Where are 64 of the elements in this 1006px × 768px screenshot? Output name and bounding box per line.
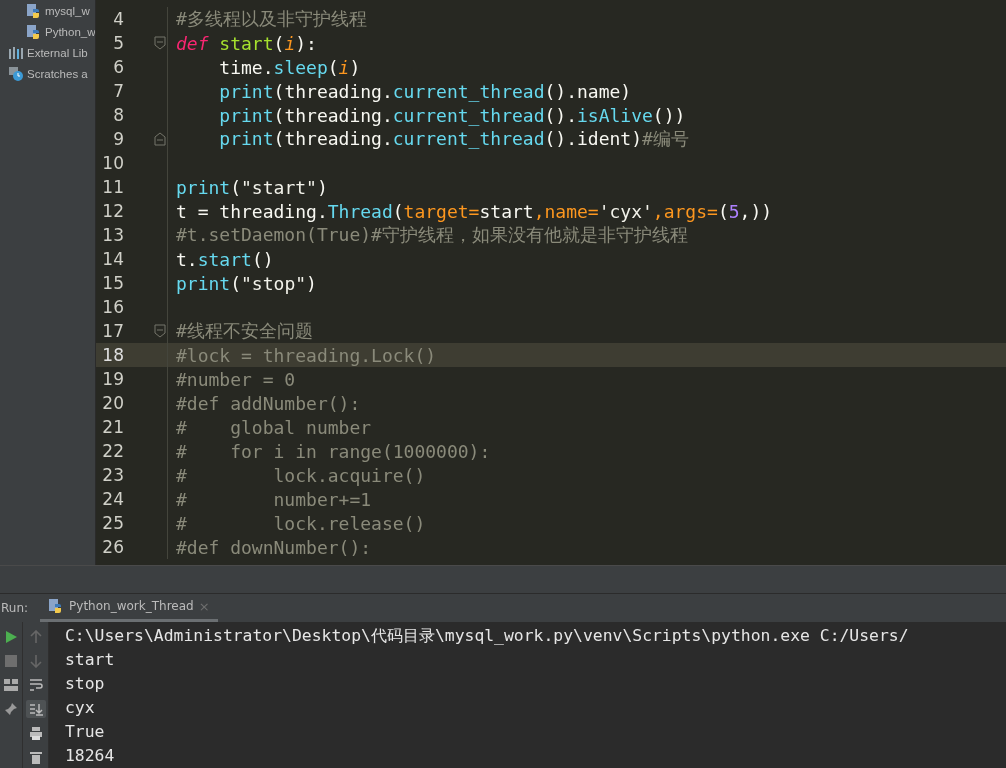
line-number: 6 [112,57,124,77]
line-number: 17 [101,321,124,341]
python-file-icon [26,2,42,19]
code-line: print("start") [175,176,328,198]
console-line: stop [65,673,106,695]
run-label: Run: [0,601,30,615]
line-number: 20 [101,393,124,413]
code-line: print(threading.current_thread().name) [218,80,632,102]
line-number: 10 [101,153,124,173]
project-tree-item[interactable]: Scratches a [0,63,95,84]
line-number: 11 [101,177,124,197]
line-number: 26 [101,537,124,557]
fold-marker-icon[interactable] [154,36,166,50]
code-line: #lock = threading.Lock() [175,344,437,366]
scratch-clock-icon [8,65,24,82]
code-line: # number+=1 [175,488,372,510]
code-line: print(threading.current_thread().isAlive()) [218,104,686,126]
line-number: 7 [112,81,124,101]
code-line: #def addNumber(): [175,392,361,414]
line-number: 4 [112,9,124,29]
line-number: 5 [112,33,124,53]
code-line: t = threading.Thread(target=start,name='cyx',args=(5,)) [175,200,773,222]
project-tree-item[interactable]: Python_w [0,21,95,42]
line-number: 22 [101,441,124,461]
console-line: start [65,649,116,671]
line-number: 24 [101,489,124,509]
line-number: 8 [112,105,124,125]
console-line: cyx [65,697,96,719]
code-line: def start(i): [175,32,317,54]
code-line: #多线程以及非守护线程 [175,7,367,31]
line-number: 18 [101,345,124,365]
code-line: #线程不安全问题 [175,319,313,343]
project-tree-item[interactable]: mysql_w [0,0,95,21]
code-line: #def downNumber(): [175,536,372,558]
code-line: print(threading.current_thread().ident)#编号 [218,127,689,151]
line-number: 15 [101,273,124,293]
line-number: 16 [101,297,124,317]
line-number: 13 [101,225,124,245]
line-number: 25 [101,513,124,533]
line-number: 23 [101,465,124,485]
code-line: #number = 0 [175,368,296,390]
code-line: # lock.release() [175,512,426,534]
console-line: 18264 [65,745,116,767]
console-line: C:\Users\Administrator\Desktop\代码目录\mysql_work.py\venv\Scripts\python.exe C:/Users/ [65,625,910,647]
line-number: 14 [101,249,124,269]
code-line: t.start() [175,248,274,270]
library-bars-icon [8,45,24,60]
project-tree-item[interactable]: External Lib [0,42,95,63]
code-line: #t.setDaemon(True)#守护线程，如果没有他就是非守护线程 [175,223,688,247]
scroll-to-end-icon[interactable] [25,700,46,718]
code-line: # for i in range(1000000): [175,440,491,462]
fold-marker-icon[interactable] [154,324,166,338]
code-line: time.sleep(i) [218,56,361,78]
code-line: print("stop") [175,272,317,294]
code-line: # lock.acquire() [175,464,426,486]
line-number: 21 [101,417,124,437]
line-number: 9 [112,129,124,149]
code-line: # global number [175,416,372,438]
line-number: 12 [101,201,124,221]
fold-marker-icon[interactable] [154,132,166,146]
layout-icon[interactable] [1,676,21,694]
line-number: 19 [101,369,124,389]
console-line: True [65,721,106,743]
python-file-icon [26,23,42,40]
